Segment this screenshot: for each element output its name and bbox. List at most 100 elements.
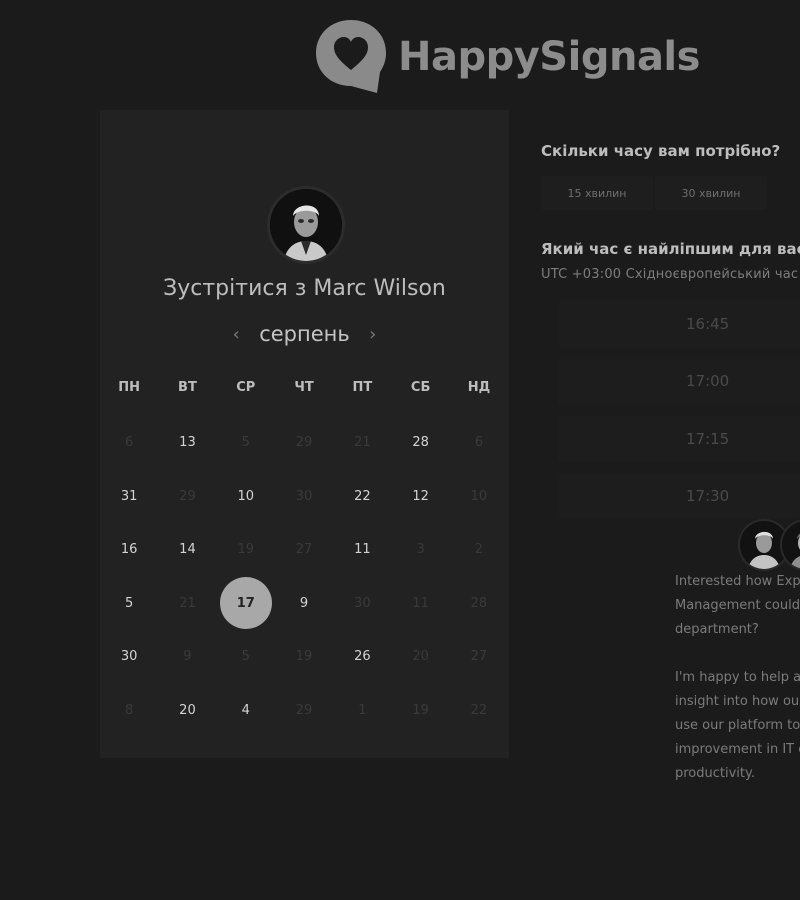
- calendar-day: 19: [217, 523, 275, 577]
- calendar-day-number: 2: [474, 542, 484, 558]
- calendar-day-number: 5: [125, 595, 134, 611]
- team-portrait-small: [782, 521, 800, 569]
- calendar-day: 6: [450, 416, 508, 470]
- meeting-title: Зустрітися з Marc Wilson: [163, 276, 446, 301]
- bio-line: use our platform to drive: [675, 718, 800, 733]
- month-label: серпень: [259, 322, 350, 346]
- calendar-day: 19: [391, 684, 449, 738]
- calendar-day-number: 30: [354, 595, 371, 611]
- calendar-day: 3: [391, 523, 449, 577]
- calendar-day: 10: [450, 470, 508, 524]
- weekday-label: НД: [467, 380, 491, 395]
- calendar-day[interactable]: 12: [391, 470, 449, 524]
- calendar-day-number: 6: [474, 435, 484, 451]
- weekday-label: ПН: [118, 380, 141, 395]
- calendar-day-number: 21: [179, 595, 196, 611]
- calendar-day-number: 10: [237, 488, 255, 504]
- host-bio: Interested how Experience Management cou…: [675, 570, 800, 786]
- host-portrait: [270, 189, 342, 261]
- time-slot[interactable]: 17:15: [558, 416, 800, 462]
- calendar-day-number: 26: [354, 649, 371, 665]
- time-slot[interactable]: 16:45: [558, 301, 800, 347]
- calendar-day-number: 28: [412, 435, 429, 451]
- calendar-day: 6: [100, 416, 158, 470]
- calendar-day[interactable]: 30: [100, 630, 158, 684]
- timezone-label[interactable]: UTC +03:00 Східноєвропейський час: [541, 267, 798, 282]
- calendar-day-number: 19: [237, 542, 255, 558]
- calendar-day[interactable]: 26: [333, 630, 391, 684]
- calendar-day: 11: [391, 577, 449, 631]
- calendar-day[interactable]: 31: [100, 470, 158, 524]
- calendar-day-number: 29: [295, 702, 313, 718]
- heart-speech-bubble-icon: [316, 20, 386, 93]
- calendar-day-number: 9: [299, 595, 309, 611]
- page: HappySignals Зустрітися з Marc Wilson ‹ …: [0, 0, 800, 900]
- calendar-day: 1: [333, 684, 391, 738]
- calendar-day-number: 17: [236, 595, 255, 611]
- chevron-left-icon[interactable]: ‹: [231, 324, 241, 345]
- calendar-day[interactable]: 14: [158, 523, 216, 577]
- duration-options: 15 хвилин 30 хвилин: [541, 176, 769, 210]
- bio-line: Management could help your: [675, 598, 800, 613]
- calendar-day-number: 27: [295, 542, 313, 558]
- calendar-day: 9: [158, 630, 216, 684]
- calendar-day-number: 22: [470, 702, 488, 718]
- bio-line: I'm happy to help and give: [675, 670, 800, 685]
- calendar-day: 22: [450, 684, 508, 738]
- logo-text: HappySignals: [398, 34, 700, 80]
- calendar-day[interactable]: 11: [333, 523, 391, 577]
- duration-question: Скільки часу вам потрібно?: [541, 142, 781, 160]
- calendar-day: 27: [450, 630, 508, 684]
- calendar-day: 29: [158, 470, 216, 524]
- logo[interactable]: HappySignals: [314, 18, 700, 96]
- weekday-label: СБ: [410, 380, 431, 395]
- bio-line: department?: [675, 622, 759, 637]
- calendar-day-number: 29: [295, 435, 313, 451]
- calendar-day-number: 19: [295, 649, 313, 665]
- duration-option-15[interactable]: 15 хвилин: [541, 176, 653, 210]
- calendar-day-number: 19: [412, 702, 429, 718]
- calendar-day-number: 10: [470, 488, 488, 504]
- calendar-day: 28: [450, 577, 508, 631]
- bio-spacer: [675, 642, 800, 666]
- calendar-day: 5: [217, 416, 275, 470]
- calendar-day-number: 12: [412, 488, 429, 504]
- weekday-label: ЧТ: [294, 380, 314, 395]
- calendar-day[interactable]: 10: [217, 470, 275, 524]
- calendar-day-number: 11: [412, 595, 429, 611]
- weekday-label: ВТ: [178, 380, 197, 395]
- bio-line: productivity.: [675, 766, 755, 781]
- calendar-day-number: 22: [354, 488, 371, 504]
- weekday-header: ПН ВТ СР ЧТ ПТ СБ НД: [100, 380, 508, 395]
- calendar-day-number: 16: [120, 542, 138, 558]
- calendar-day-number: 13: [179, 435, 196, 451]
- time-question: Який час є найліпшим для вас?: [541, 240, 800, 258]
- calendar-day[interactable]: 5: [100, 577, 158, 631]
- calendar-day: 29: [275, 416, 333, 470]
- calendar-day-number: 6: [125, 435, 134, 451]
- calendar-day[interactable]: 28: [391, 416, 449, 470]
- calendar-day-number: 20: [412, 649, 429, 665]
- calendar-day: 29: [275, 684, 333, 738]
- calendar-day: 2: [450, 523, 508, 577]
- calendar-day-selected[interactable]: 17: [217, 577, 275, 631]
- calendar-day-number: 5: [241, 435, 250, 451]
- calendar-day[interactable]: 9: [275, 577, 333, 631]
- calendar-day-number: 5: [241, 649, 250, 665]
- time-slot[interactable]: 17:30: [558, 473, 800, 519]
- duration-option-30[interactable]: 30 хвилин: [655, 176, 767, 210]
- calendar-day-number: 30: [295, 488, 313, 504]
- calendar-day[interactable]: 4: [217, 684, 275, 738]
- chevron-right-icon[interactable]: ›: [368, 324, 378, 345]
- calendar-day-number: 28: [470, 595, 488, 611]
- calendar-day[interactable]: 20: [158, 684, 216, 738]
- calendar-day[interactable]: 22: [333, 470, 391, 524]
- calendar-day-number: 14: [179, 542, 196, 558]
- calendar-day[interactable]: 16: [100, 523, 158, 577]
- calendar-day[interactable]: 13: [158, 416, 216, 470]
- calendar-day: 8: [100, 684, 158, 738]
- calendar-day-number: 1: [358, 702, 367, 718]
- calendar-day-number: 29: [179, 488, 196, 504]
- bio-line: Interested how Experience: [675, 574, 800, 589]
- time-slot[interactable]: 17:00: [558, 358, 800, 404]
